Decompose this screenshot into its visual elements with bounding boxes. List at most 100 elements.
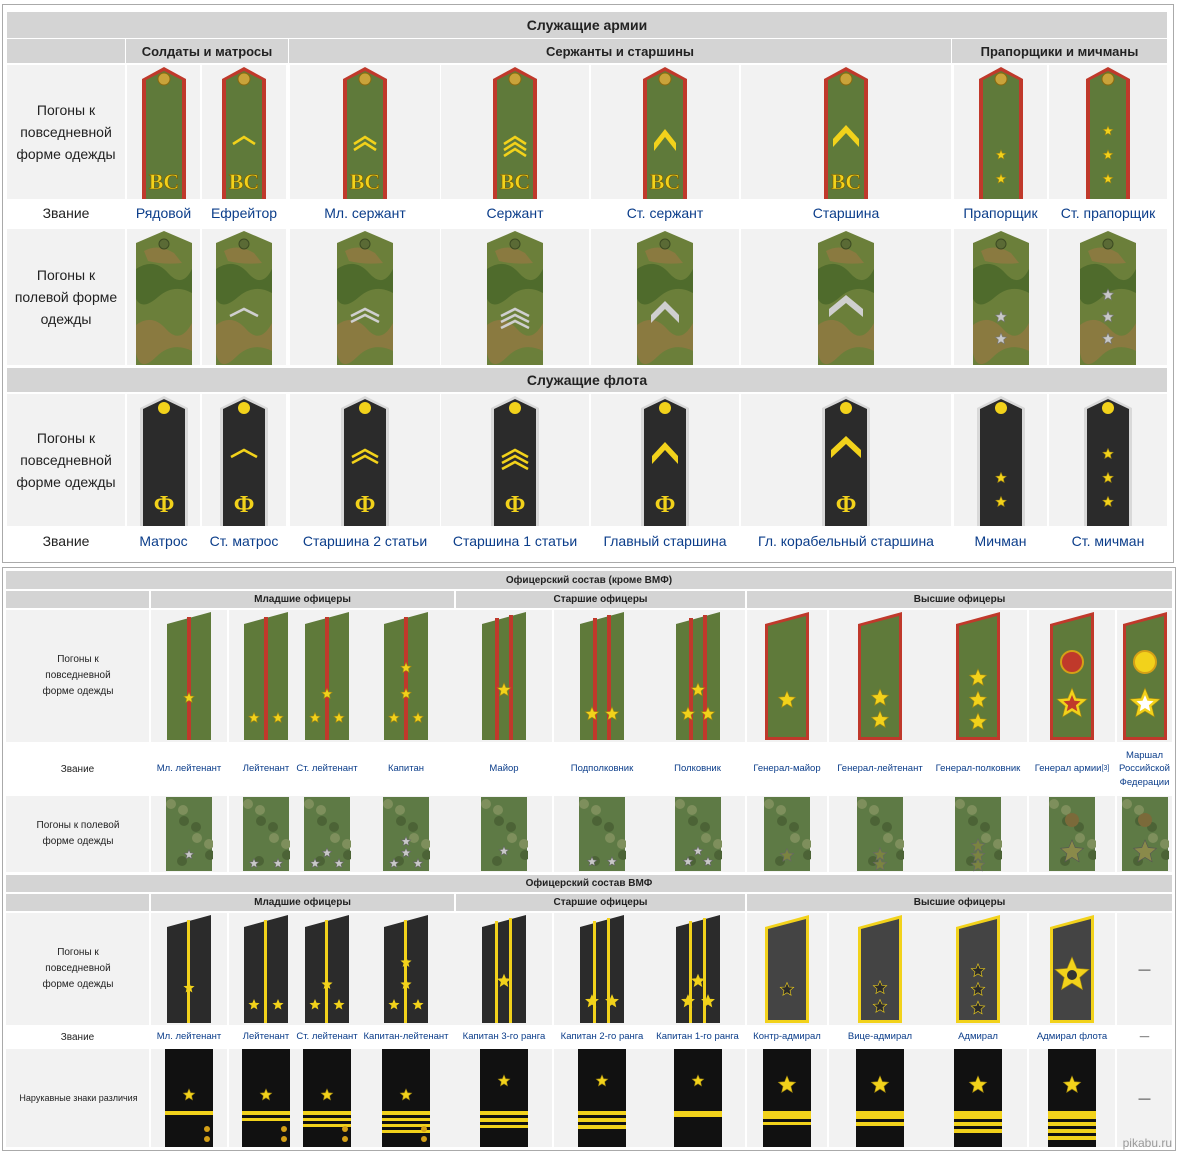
rank-label[interactable]: Адмирал флота bbox=[1029, 1027, 1115, 1047]
rank-label[interactable]: Полковник bbox=[650, 744, 745, 794]
row-label-fleet-daily: Погоны к повседневной форме одежды bbox=[16, 430, 116, 490]
fleet-strap bbox=[976, 396, 1025, 526]
rank-label[interactable]: Лейтенант bbox=[229, 1027, 303, 1047]
rank-label[interactable]: Майор bbox=[456, 744, 552, 794]
rank-label[interactable]: Адмирал bbox=[929, 1027, 1027, 1047]
button-icon bbox=[281, 1136, 287, 1142]
rank-label[interactable]: Лейтенант bbox=[229, 744, 303, 794]
rank-label[interactable]: Старшина bbox=[741, 201, 951, 225]
rank-label[interactable]: Капитан 2-го ранга bbox=[554, 1027, 650, 1047]
sleeve-insignia bbox=[303, 1049, 351, 1147]
rank-label[interactable]: Ст. сержант bbox=[591, 201, 739, 225]
emblem-text: ВС bbox=[148, 169, 179, 194]
sleeve-stripe bbox=[303, 1111, 351, 1115]
officer-daily-strap bbox=[1050, 612, 1094, 740]
field-strap bbox=[637, 231, 693, 365]
rank-label[interactable]: Ст. мичман bbox=[1049, 529, 1167, 553]
rank-label[interactable]: Капитан 3-го ранга bbox=[456, 1027, 552, 1047]
button-icon bbox=[204, 1126, 210, 1132]
rank-label[interactable]: Капитан-лейтенант bbox=[356, 1027, 456, 1047]
sleeve-insignia bbox=[242, 1049, 290, 1147]
fleet-strap bbox=[1084, 396, 1132, 526]
navy-daily-strap bbox=[482, 915, 526, 1023]
stripe bbox=[187, 920, 190, 1023]
rank-label[interactable]: Ст. лейтенант bbox=[293, 744, 361, 794]
rank-label[interactable]: Мл. лейтенант bbox=[151, 1027, 227, 1047]
sleeve-stripe bbox=[578, 1111, 626, 1115]
sleeve-insignia bbox=[1048, 1049, 1096, 1147]
officer-daily-strap bbox=[305, 612, 349, 740]
rank-label[interactable]: Мл. сержант bbox=[290, 201, 440, 225]
officer-field-strap bbox=[383, 797, 430, 871]
rank-label[interactable]: Сержант bbox=[441, 201, 589, 225]
fleet-strap: Ф bbox=[641, 396, 689, 526]
rank-label[interactable]: Генерал армии [3] bbox=[1029, 744, 1115, 794]
emblem-text: ВС bbox=[650, 169, 681, 194]
button-icon bbox=[994, 72, 1007, 86]
emblem-text: Ф bbox=[505, 492, 526, 518]
sleeve-insignia bbox=[954, 1049, 1002, 1147]
rank-label[interactable]: Ефрейтор bbox=[202, 201, 286, 225]
rank-label[interactable]: Подполковник bbox=[554, 744, 650, 794]
officer-field-strap bbox=[1121, 797, 1169, 871]
rank-label[interactable]: Контр-адмирал bbox=[747, 1027, 827, 1047]
field-strap bbox=[487, 231, 543, 365]
footnote-ref[interactable]: [3] bbox=[1102, 762, 1110, 776]
officer-field-strap bbox=[764, 797, 811, 871]
rank-label[interactable]: Капитан 1-го ранга bbox=[650, 1027, 745, 1047]
stripe bbox=[509, 918, 512, 1023]
rank-label[interactable]: Генерал-полковник bbox=[929, 744, 1027, 794]
rank-label[interactable]: Капитан bbox=[356, 744, 456, 794]
rank-label[interactable]: Матрос bbox=[127, 529, 200, 553]
field-strap bbox=[216, 231, 272, 365]
rank-label[interactable]: Генерал-лейтенант bbox=[829, 744, 931, 794]
rank-label[interactable]: Гл. корабельный старшина bbox=[741, 529, 951, 553]
row-label-daily: Погоны к повседневной форме одежды bbox=[16, 102, 116, 162]
button-icon bbox=[994, 402, 1007, 414]
sleeve-insignia bbox=[578, 1049, 626, 1147]
fleet-rank-row-label: Звание bbox=[42, 533, 90, 549]
emblem-text: Ф bbox=[153, 492, 174, 518]
sleeve-stripe bbox=[1048, 1111, 1096, 1119]
officer-daily-strap bbox=[167, 612, 211, 740]
navy-daily-strap bbox=[1050, 915, 1094, 1023]
emblem-text: Ф bbox=[234, 492, 255, 518]
navy-daily-strap bbox=[244, 915, 288, 1023]
button-icon bbox=[158, 238, 169, 250]
rank-label[interactable]: Главный старшина bbox=[591, 529, 739, 553]
sleeve-stripe bbox=[480, 1118, 528, 1122]
off-rank-row-label: Звание bbox=[60, 763, 95, 775]
stripe bbox=[187, 617, 191, 740]
rank-label[interactable]: Рядовой bbox=[127, 201, 200, 225]
stripe bbox=[607, 918, 610, 1023]
field-strap bbox=[818, 231, 874, 365]
officers-army-title: Офицерский состав (кроме ВМФ) bbox=[6, 571, 1172, 589]
stripe bbox=[509, 615, 513, 740]
sleeve-stripe bbox=[480, 1125, 528, 1128]
rank-label[interactable]: Мичман bbox=[954, 529, 1047, 553]
button-icon bbox=[358, 72, 372, 86]
rank-label[interactable]: Прапорщик bbox=[954, 201, 1047, 225]
navy-group-high: Высшие офицеры bbox=[747, 894, 1172, 911]
button-icon bbox=[238, 402, 250, 414]
rank-label[interactable]: Маршал Российской Федерации bbox=[1117, 744, 1172, 794]
stripe bbox=[495, 921, 498, 1023]
officer-daily-strap bbox=[956, 612, 1000, 740]
rank-label[interactable]: Старшина 2 статьи bbox=[290, 529, 440, 553]
sleeve-insignia bbox=[763, 1049, 811, 1147]
stripe bbox=[688, 618, 693, 740]
rank-label[interactable]: Мл. лейтенант bbox=[151, 744, 227, 794]
sleeve-stripe bbox=[1048, 1136, 1096, 1140]
rank-label[interactable]: Ст. матрос bbox=[202, 529, 286, 553]
navy-daily-strap bbox=[167, 915, 211, 1023]
page: Служащие армии Солдаты и матросы Сержант… bbox=[0, 0, 1180, 1156]
navy-group-junior: Младшие офицеры bbox=[151, 894, 454, 911]
button-icon bbox=[995, 238, 1006, 250]
dash: — bbox=[1138, 1091, 1151, 1105]
rank-label[interactable]: Ст. лейтенант bbox=[293, 1027, 361, 1047]
rank-label[interactable]: Генерал-майор bbox=[747, 744, 827, 794]
rank-label[interactable]: Вице-адмирал bbox=[829, 1027, 931, 1047]
rank-label[interactable]: Старшина 1 статьи bbox=[441, 529, 589, 553]
officer-field-strap bbox=[304, 797, 351, 871]
rank-label[interactable]: Ст. прапорщик bbox=[1049, 201, 1167, 225]
